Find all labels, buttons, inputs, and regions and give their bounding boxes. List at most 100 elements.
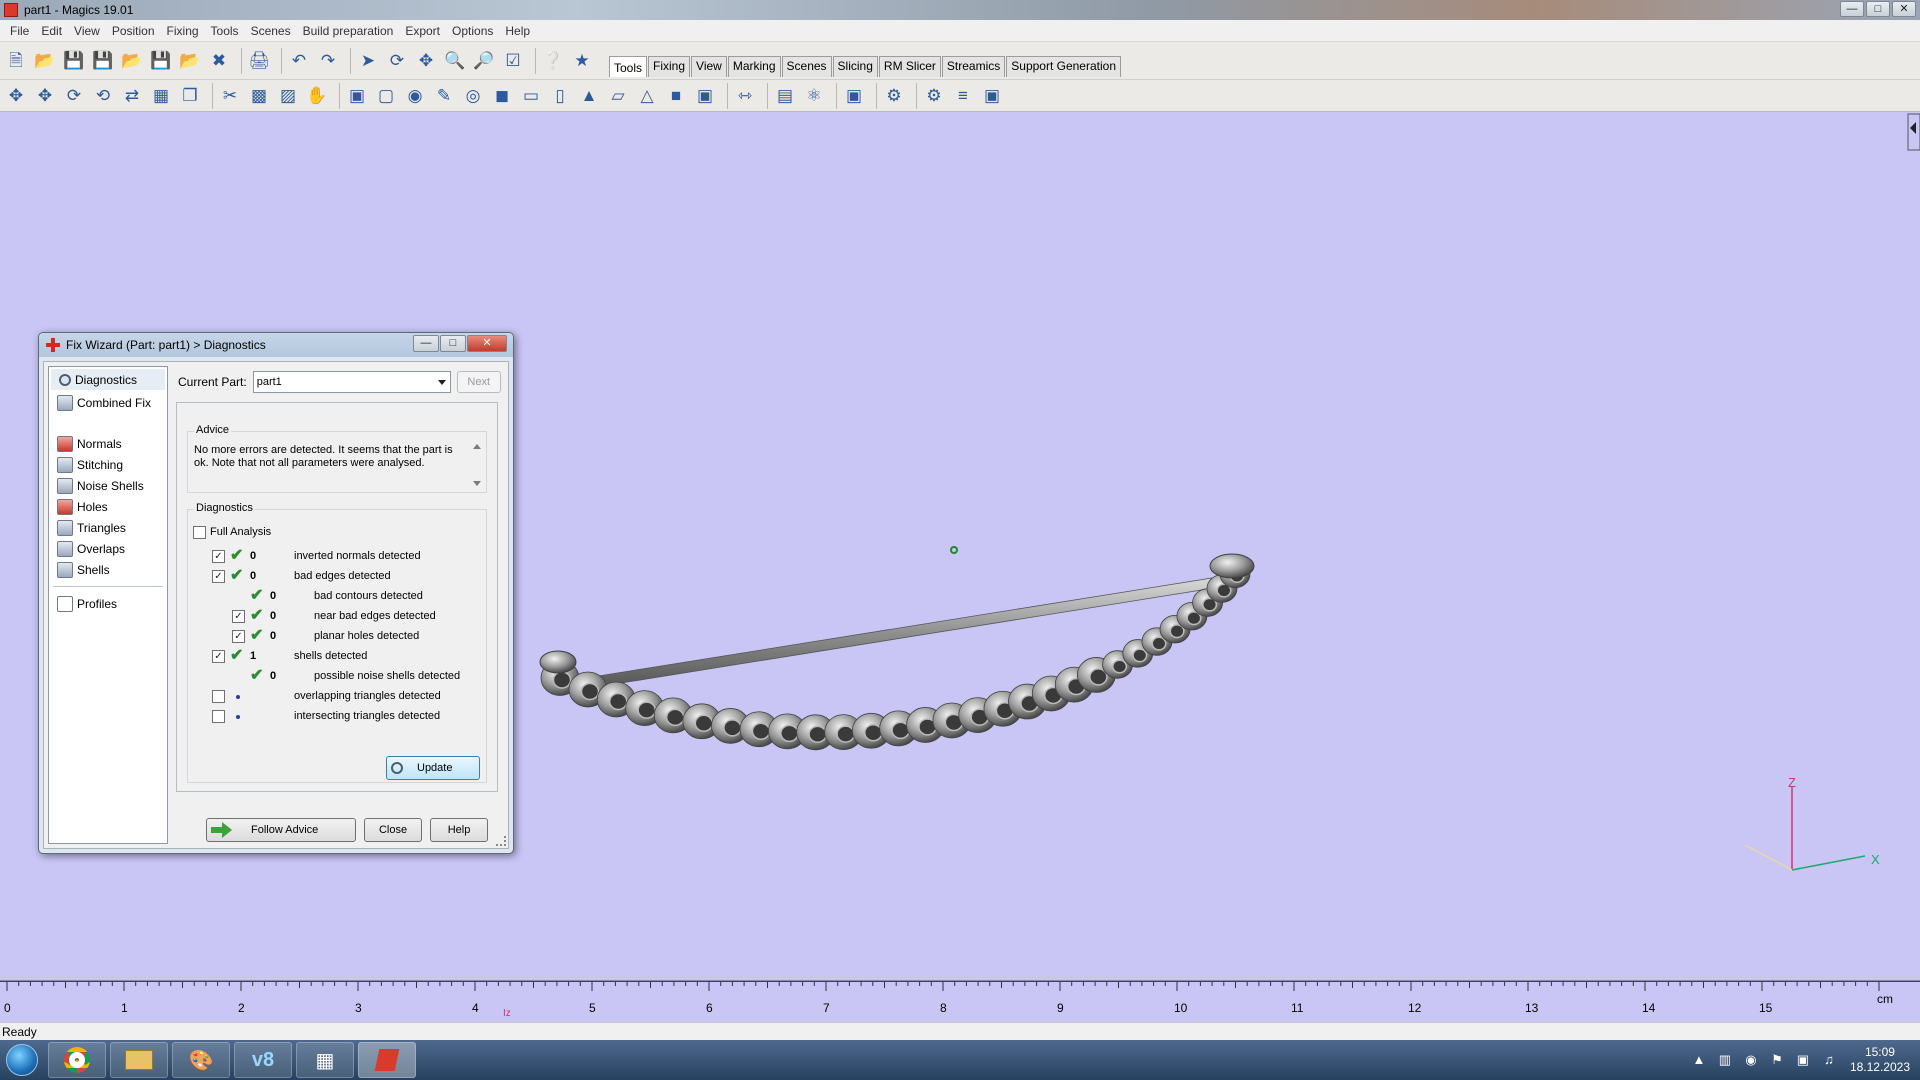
cut-icon[interactable]: ✂ [218,84,242,108]
resize-grip[interactable] [496,836,506,846]
close-button[interactable]: Close [364,818,422,842]
unload-part-icon[interactable]: ✖ [207,49,231,73]
menu-export[interactable]: Export [399,24,446,38]
smooth-icon[interactable]: △ [635,84,659,108]
platform-icon[interactable]: ▤ [773,84,797,108]
advice-scrollbar[interactable] [470,436,484,490]
diagnostic-checkbox[interactable] [212,690,225,703]
context-help-icon[interactable]: ★ [570,49,594,73]
dialog-minimize-button[interactable]: — [413,335,439,352]
frame-icon[interactable]: ▣ [693,84,717,108]
scroll-up-icon[interactable] [473,444,481,449]
rotate-free-icon[interactable]: ⟲ [91,84,115,108]
dialog-maximize-button[interactable]: □ [440,335,466,352]
boolean-icon[interactable]: ◉ [403,84,427,108]
translate-icon[interactable]: ✥ [4,84,28,108]
view-orientation-widget[interactable] [1907,113,1920,151]
save-part-icon[interactable]: 💾 [149,49,173,73]
menu-edit[interactable]: Edit [35,24,68,38]
menu-tools[interactable]: Tools [205,24,245,38]
import-icon[interactable]: 📂 [178,49,202,73]
diagnostic-checkbox[interactable] [212,710,225,723]
menu-view[interactable]: View [68,24,106,38]
select-icon[interactable]: ➤ [356,49,380,73]
help-icon[interactable]: ❔ [541,49,565,73]
menu-options[interactable]: Options [446,24,499,38]
layers-icon[interactable]: ≡ [951,84,975,108]
merge-icon[interactable]: ▩ [247,84,271,108]
update-button[interactable]: Update [386,756,480,780]
nav-item-profiles[interactable]: Profiles [49,593,167,614]
perforate-icon[interactable]: ◎ [461,84,485,108]
split-icon[interactable]: ▨ [276,84,300,108]
print-icon[interactable]: 🖨 [247,49,271,73]
open-folder-icon[interactable]: 📂 [33,49,57,73]
menu-fixing[interactable]: Fixing [161,24,205,38]
save-icon[interactable]: 💾 [62,49,86,73]
nav-item-combined-fix[interactable]: Combined Fix [49,392,167,413]
next-button[interactable]: Next [456,371,501,393]
wrap-icon[interactable]: ⚛ [802,84,826,108]
diagnostic-checkbox[interactable]: ✓ [232,610,245,623]
nav-item-normals[interactable]: Normals [49,433,167,454]
nav-item-stitching[interactable]: Stitching [49,454,167,475]
action-center-icon[interactable]: ▣ [1794,1051,1812,1069]
help-button[interactable]: Help [430,818,488,842]
diagnostic-checkbox[interactable]: ✓ [212,550,225,563]
scale-icon[interactable]: ▦ [149,84,173,108]
menu-file[interactable]: File [4,24,35,38]
diagnostic-checkbox[interactable]: ✓ [232,630,245,643]
magics-taskbar-button[interactable] [358,1042,416,1078]
tab-slicing[interactable]: Slicing [832,56,878,77]
undo-icon[interactable]: ↶ [287,49,311,73]
zoom-window-icon[interactable]: 🔎 [472,49,496,73]
menu-scenes[interactable]: Scenes [245,24,297,38]
zoom-icon[interactable]: 🔍 [443,49,467,73]
start-button[interactable] [0,1040,44,1080]
save-as-icon[interactable]: 💾 [91,49,115,73]
chrome-taskbar-button[interactable] [48,1042,106,1078]
scroll-down-icon[interactable] [473,481,481,486]
nav-item-shells[interactable]: Shells [49,559,167,580]
nav-item-holes[interactable]: Holes [49,496,167,517]
new-file-icon[interactable]: 🗎 [4,49,28,73]
dialog-close-x-button[interactable]: ✕ [467,335,507,352]
nav-item-triangles[interactable]: Triangles [49,517,167,538]
globe-icon[interactable]: ◉ [1742,1051,1760,1069]
fix-wizard-icon[interactable]: ⚙ [882,84,906,108]
taskbar-clock[interactable]: 15:09 18.12.2023 [1850,1045,1910,1075]
cube-icon[interactable]: ▭ [519,84,543,108]
tab-fixing[interactable]: Fixing [648,56,691,77]
dialog-titlebar[interactable]: Fix Wizard (Part: part1) > Diagnostics —… [39,333,513,357]
load-part-icon[interactable]: 📂 [120,49,144,73]
part-properties-icon[interactable]: ▣ [842,84,866,108]
paint-taskbar-button[interactable]: 🎨 [172,1042,230,1078]
nav-item-noise-shells[interactable]: Noise Shells [49,475,167,496]
flag-icon[interactable]: ⚑ [1768,1051,1786,1069]
full-analysis-checkbox[interactable] [193,526,206,539]
follow-advice-button[interactable]: Follow Advice [206,818,356,842]
hollow-icon[interactable]: ▣ [345,84,369,108]
tab-scenes[interactable]: Scenes [781,56,832,77]
pan-icon[interactable]: ✥ [414,49,438,73]
label-icon[interactable]: ◼ [490,84,514,108]
tab-marking[interactable]: Marking [727,56,781,77]
mirror-icon[interactable]: ⇄ [120,84,144,108]
box-icon[interactable]: ■ [664,84,688,108]
hand-icon[interactable]: ✋ [305,84,329,108]
duplicate-icon[interactable]: ❐ [178,84,202,108]
rotate-icon[interactable]: ⟳ [62,84,86,108]
move-icon[interactable]: ✥ [33,84,57,108]
app-taskbar-button[interactable]: ▦ [296,1042,354,1078]
menu-help[interactable]: Help [499,24,536,38]
maximize-button[interactable]: □ [1866,1,1890,17]
tab-streamics[interactable]: Streamics [941,56,1006,77]
cube-alt-icon[interactable]: ▯ [548,84,572,108]
tab-tools[interactable]: Tools [609,56,648,77]
tab-rm-slicer[interactable]: RM Slicer [878,56,941,77]
align-icon[interactable]: ⇿ [733,84,757,108]
show-hidden-icons[interactable]: ▲ [1690,1051,1708,1069]
settings-icon[interactable]: ⚙ [922,84,946,108]
current-part-select[interactable]: part1 [252,371,451,393]
menu-position[interactable]: Position [106,24,161,38]
